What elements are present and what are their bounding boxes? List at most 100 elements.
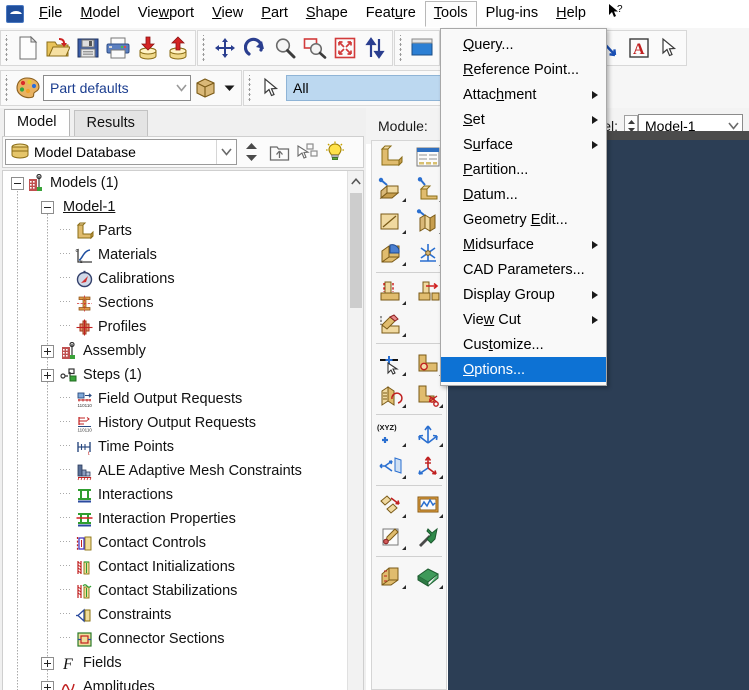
chevron-down-icon[interactable]: [173, 76, 190, 100]
annotation-manager-icon[interactable]: A: [624, 32, 654, 64]
menu-viewport[interactable]: Viewport: [129, 1, 203, 26]
create-set-icon[interactable]: [372, 560, 409, 592]
expander-plus-icon[interactable]: [41, 344, 54, 358]
create-planar-shell-icon[interactable]: [372, 205, 409, 237]
viewport-color-icon[interactable]: [407, 32, 437, 64]
expander-plus-icon[interactable]: [41, 368, 54, 382]
tree-node-steps[interactable]: Steps (1): [3, 363, 348, 387]
tree-node-parts[interactable]: Parts: [3, 219, 348, 243]
menuitem-partition[interactable]: Partition...: [441, 157, 606, 182]
tree-node-interactions[interactable]: Interactions: [3, 483, 348, 507]
tree-node-contact-controls[interactable]: Contact Controls: [3, 531, 348, 555]
create-solid-extrude-icon[interactable]: [372, 173, 409, 205]
tree-node-connector-sections[interactable]: Connector Sections: [3, 627, 348, 651]
menuitem-options[interactable]: Options...: [441, 357, 606, 382]
menuitem-query[interactable]: Query...: [441, 32, 606, 57]
tree-node-history-output-requests[interactable]: 110110 History Output Requests: [3, 411, 348, 435]
tip-bulb-icon[interactable]: [321, 138, 349, 166]
render-style-dropdown-icon[interactable]: [221, 72, 237, 104]
toolbar-grip[interactable]: [398, 35, 405, 61]
toolbar-grip[interactable]: [4, 35, 11, 61]
tree-node-model-1[interactable]: Model-1: [3, 195, 348, 219]
model-tree-view[interactable]: Models (1) Model-1 Parts ε σ Materials C…: [2, 170, 364, 690]
expander-minus-icon[interactable]: [41, 200, 54, 214]
selection-arrow-icon[interactable]: [256, 72, 286, 104]
expander-plus-icon[interactable]: [41, 680, 54, 690]
magnify-icon[interactable]: [270, 32, 300, 64]
chevron-down-icon[interactable]: [216, 140, 236, 164]
tree-node-assembly[interactable]: Assembly: [3, 339, 348, 363]
menu-help[interactable]: Help: [547, 1, 595, 26]
tree-node-sections[interactable]: Sections: [3, 291, 348, 315]
create-datum-point-icon[interactable]: (XYZ): [372, 418, 409, 450]
print-icon[interactable]: [103, 32, 133, 64]
model-database-combo[interactable]: Model Database: [5, 139, 237, 165]
menuitem-set[interactable]: Set: [441, 107, 606, 132]
menuitem-surface[interactable]: Surface: [441, 132, 606, 157]
menuitem-attachment[interactable]: Attachment: [441, 82, 606, 107]
edit-feature-icon[interactable]: [372, 347, 409, 379]
tree-node-field-output-requests[interactable]: 110110 Field Output Requests: [3, 387, 348, 411]
color-code-combo[interactable]: Part defaults: [43, 75, 191, 101]
menu-model[interactable]: Model: [71, 1, 129, 26]
render-style-cube-icon[interactable]: [191, 72, 221, 104]
menuitem-geometry-edit[interactable]: Geometry Edit...: [441, 207, 606, 232]
toolbar-grip[interactable]: [201, 35, 208, 61]
menu-feature[interactable]: Feature: [357, 1, 425, 26]
create-datum-axis-icon[interactable]: [409, 418, 446, 450]
menu-view[interactable]: View: [203, 1, 252, 26]
create-shell-from-solid-icon[interactable]: [372, 308, 409, 340]
select-arrow-icon[interactable]: [654, 32, 684, 64]
scrollbar-thumb[interactable]: [350, 193, 362, 308]
menuitem-cad-parameters[interactable]: CAD Parameters...: [441, 257, 606, 282]
menu-plugins[interactable]: Plug-ins: [477, 1, 547, 26]
tree-node-contact-initializations[interactable]: Contact Initializations: [3, 555, 348, 579]
geometry-edit-icon[interactable]: [372, 521, 409, 553]
chevron-up-icon[interactable]: [348, 171, 363, 191]
rotate-icon[interactable]: [240, 32, 270, 64]
color-palette-icon[interactable]: [13, 72, 43, 104]
tree-scrollbar[interactable]: [347, 171, 363, 690]
menu-part[interactable]: Part: [252, 1, 297, 26]
cycle-views-icon[interactable]: [360, 32, 390, 64]
create-part-icon[interactable]: [372, 141, 409, 173]
save-model-database-icon[interactable]: [73, 32, 103, 64]
menu-tools[interactable]: Tools: [424, 0, 477, 27]
new-model-database-icon[interactable]: [13, 32, 43, 64]
move-up-level-icon[interactable]: [265, 138, 293, 166]
tree-node-interaction-properties[interactable]: Interaction Properties: [3, 507, 348, 531]
tree-node-constraints[interactable]: Constraints: [3, 603, 348, 627]
menuitem-customize[interactable]: Customize...: [441, 332, 606, 357]
auto-fit-icon[interactable]: [330, 32, 360, 64]
feature-list-icon[interactable]: [372, 379, 409, 411]
tab-results[interactable]: Results: [73, 110, 148, 136]
menuitem-midsurface[interactable]: Midsurface: [441, 232, 606, 257]
toolbar-grip[interactable]: [4, 75, 11, 101]
tab-model[interactable]: Model: [4, 109, 70, 136]
menuitem-view-cut[interactable]: View Cut: [441, 307, 606, 332]
pan-icon[interactable]: [210, 32, 240, 64]
expander-plus-icon[interactable]: [41, 656, 54, 670]
toolbar-grip[interactable]: [247, 75, 254, 101]
open-model-database-icon[interactable]: [43, 32, 73, 64]
context-help-icon[interactable]: ?: [595, 0, 632, 28]
export-model-icon[interactable]: [163, 32, 193, 64]
query-information-icon[interactable]: [409, 489, 446, 521]
tree-node-models[interactable]: Models (1): [3, 171, 348, 195]
tree-node-contact-stabilizations[interactable]: Contact Stabilizations: [3, 579, 348, 603]
menuitem-reference-point[interactable]: Reference Point...: [441, 57, 606, 82]
create-cut-extrude-icon[interactable]: [372, 237, 409, 269]
expand-collapse-icon[interactable]: [237, 138, 265, 166]
create-datum-plane-icon[interactable]: [372, 450, 409, 482]
tree-node-fields[interactable]: F Fields: [3, 651, 348, 675]
menuitem-display-group[interactable]: Display Group: [441, 282, 606, 307]
import-model-icon[interactable]: [133, 32, 163, 64]
create-datum-csys-icon[interactable]: [409, 450, 446, 482]
tree-node-ale-adaptive-mesh-constraints[interactable]: ALE Adaptive Mesh Constraints: [3, 459, 348, 483]
create-round-fillet-icon[interactable]: [372, 276, 409, 308]
tree-node-amplitudes[interactable]: Amplitudes: [3, 675, 348, 690]
expander-minus-icon[interactable]: [11, 176, 24, 190]
create-surface-icon[interactable]: [409, 560, 446, 592]
tree-node-profiles[interactable]: Profiles: [3, 315, 348, 339]
tree-node-time-points[interactable]: t Time Points: [3, 435, 348, 459]
